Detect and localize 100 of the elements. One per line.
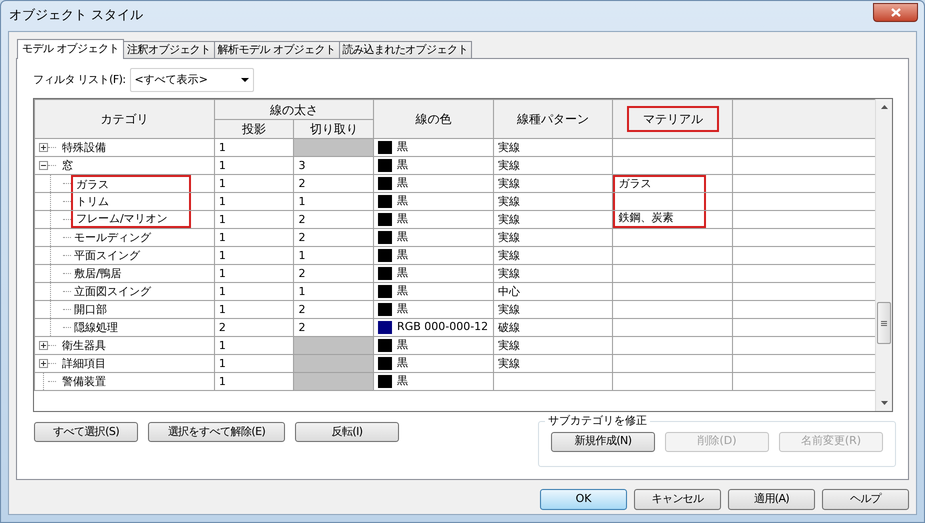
selection-button[interactable]: すべて選択(S) [34, 422, 138, 442]
table-cell: 実線 [494, 192, 613, 210]
table-cell: 2 [294, 264, 374, 282]
color-name: RGB 000-000-12 [397, 319, 488, 336]
column-header[interactable]: 線の太さ [214, 100, 374, 120]
dialog-button[interactable]: ヘルプ [822, 489, 909, 510]
column-header[interactable]: マテリアル [626, 106, 719, 132]
column-header[interactable]: 投影 [214, 120, 294, 138]
close-button[interactable] [873, 2, 918, 22]
selection-button[interactable]: 反転(I) [295, 422, 399, 442]
color-swatch[interactable] [378, 195, 392, 208]
table-cell: 1 [214, 264, 294, 282]
column-header[interactable]: 線種パターン [494, 100, 613, 138]
table-cell: 1 [214, 282, 294, 300]
color-swatch[interactable] [378, 159, 392, 172]
column-header[interactable]: 線の色 [374, 100, 494, 138]
material-cell: ガラス [613, 175, 706, 192]
tab[interactable]: 注釈オブジェクト [124, 41, 215, 58]
dialog-button[interactable]: キャンセル [634, 489, 721, 510]
grip-icon [881, 320, 888, 326]
table-cell: 1 [294, 246, 374, 264]
tree-item[interactable]: 窓 [59, 157, 76, 174]
table-cell: 実線 [494, 228, 613, 246]
color-swatch[interactable] [378, 375, 392, 388]
table-cell: 2 [294, 210, 374, 228]
color-swatch[interactable] [378, 339, 392, 352]
scroll-up-icon[interactable] [880, 105, 888, 109]
subcategory-button[interactable]: 新規作成(N) [551, 432, 655, 452]
color-name: 黒 [397, 337, 408, 354]
color-swatch[interactable] [378, 303, 392, 316]
table-cell: 2 [294, 174, 374, 192]
color-swatch[interactable] [378, 321, 392, 334]
color-name: 黒 [397, 283, 408, 300]
color-swatch[interactable] [378, 231, 392, 244]
close-icon [890, 8, 900, 16]
table-cell: 実線 [494, 210, 613, 228]
table-cell: 実線 [494, 354, 613, 372]
table-cell: 2 [294, 300, 374, 318]
color-name: 黒 [397, 229, 408, 246]
filter-label: フィルタ リスト(F): [33, 72, 126, 88]
table-cell: 実線 [494, 264, 613, 282]
table-cell: 1 [294, 192, 374, 210]
table-cell: 3 [294, 156, 374, 174]
column-header[interactable]: カテゴリ [34, 100, 214, 138]
group-title: サブカテゴリを修正 [547, 413, 648, 429]
color-swatch[interactable] [378, 357, 392, 370]
filter-dropdown[interactable]: <すべて表示> [130, 68, 254, 92]
table-cell: 実線 [494, 246, 613, 264]
color-name: 黒 [397, 373, 408, 390]
table-cell: 2 [294, 228, 374, 246]
tree-item[interactable]: ガラス [71, 175, 191, 192]
color-swatch[interactable] [378, 285, 392, 298]
table-cell: 1 [214, 192, 294, 210]
tab[interactable]: モデル オブジェクト [17, 39, 124, 59]
table-cell: 1 [294, 282, 374, 300]
dropdown-arrow-icon [240, 78, 249, 82]
color-name: 黒 [397, 301, 408, 318]
collapse-icon[interactable] [39, 161, 48, 170]
scrollbar[interactable] [875, 99, 892, 411]
color-swatch[interactable] [378, 249, 392, 262]
color-swatch[interactable] [378, 177, 392, 190]
column-header[interactable]: 切り取り [294, 120, 374, 138]
table-cell: 実線 [494, 336, 613, 354]
table-cell: 2 [214, 318, 294, 336]
scroll-down-icon[interactable] [880, 401, 888, 405]
color-name: 黒 [397, 157, 408, 174]
table-cell: 1 [214, 246, 294, 264]
color-name: 黒 [397, 355, 408, 372]
selection-button[interactable]: 選択をすべて解除(E) [148, 422, 285, 442]
tree-item[interactable]: フレーム/マリオン [71, 211, 191, 228]
expand-icon[interactable] [39, 143, 48, 152]
expand-icon[interactable] [39, 341, 48, 350]
table-cell: 実線 [494, 300, 613, 318]
table-cell: 1 [214, 336, 294, 354]
table-cell: 1 [214, 174, 294, 192]
table-cell: 1 [214, 372, 294, 390]
dialog-button[interactable]: OK [540, 489, 627, 510]
tab[interactable]: 解析モデル オブジェクト [214, 41, 340, 58]
color-name: 黒 [397, 247, 408, 264]
table-cell: 実線 [494, 174, 613, 192]
color-swatch[interactable] [378, 213, 392, 226]
expand-icon[interactable] [39, 359, 48, 368]
table-cell: 中心 [494, 282, 613, 300]
color-name: 黒 [397, 193, 408, 210]
scrollbar-thumb[interactable] [877, 302, 892, 344]
color-swatch[interactable] [378, 141, 392, 154]
table-cell: 1 [214, 228, 294, 246]
material-cell: 鉄鋼、炭素 [613, 211, 706, 228]
table-cell: 1 [214, 300, 294, 318]
color-name: 黒 [397, 211, 408, 228]
tab[interactable]: 読み込まれたオブジェクト [340, 41, 472, 58]
color-swatch[interactable] [378, 267, 392, 280]
color-name: 黒 [397, 265, 408, 282]
dialog-button[interactable]: 適用(A) [728, 489, 815, 510]
table-cell: 1 [214, 138, 294, 156]
window-title: オブジェクト スタイル [9, 7, 144, 26]
color-name: 黒 [397, 139, 408, 156]
table-cell: 実線 [494, 138, 613, 156]
table-cell: 破線 [494, 318, 613, 336]
table-cell: 1 [214, 354, 294, 372]
